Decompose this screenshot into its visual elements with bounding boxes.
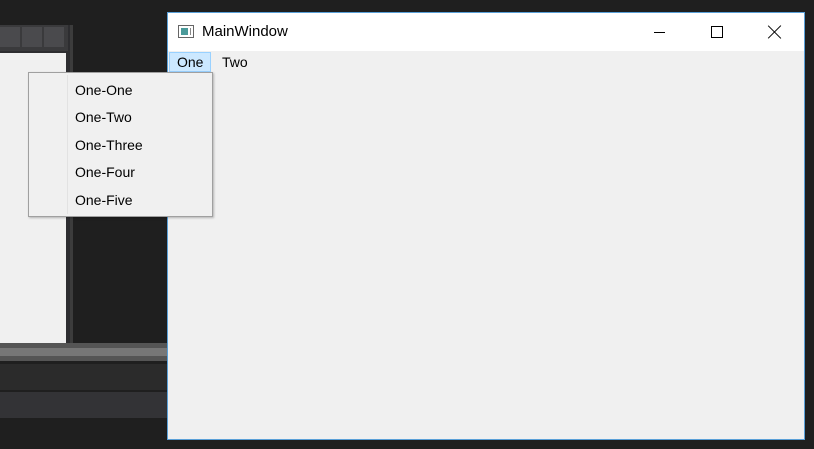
menu-item-one-five[interactable]: One-Five bbox=[75, 189, 133, 211]
background-scroll-thumb bbox=[0, 348, 168, 356]
background-row bbox=[0, 364, 168, 390]
background-tab bbox=[22, 27, 42, 47]
minimize-button[interactable] bbox=[630, 13, 688, 51]
dropdown-icon-gutter bbox=[67, 75, 68, 214]
background-scrollbar bbox=[0, 343, 168, 361]
background-tab bbox=[44, 27, 64, 47]
close-button[interactable] bbox=[746, 13, 804, 51]
menu-one-dropdown: One-One One-Two One-Three One-Four One-F… bbox=[28, 72, 213, 217]
menu-item-one-one[interactable]: One-One bbox=[75, 79, 133, 101]
minimize-icon bbox=[653, 31, 665, 33]
window-app-icon bbox=[178, 25, 194, 38]
menu-item-two[interactable]: Two bbox=[215, 52, 255, 72]
background-row bbox=[0, 420, 168, 449]
desktop: MainWindow One Two One-One One-Two One-T… bbox=[0, 0, 814, 449]
menu-item-one-four[interactable]: One-Four bbox=[75, 161, 135, 183]
window-title: MainWindow bbox=[202, 23, 288, 40]
menu-bar: One Two bbox=[168, 51, 804, 73]
title-bar[interactable]: MainWindow bbox=[168, 13, 804, 51]
background-tab bbox=[0, 27, 20, 47]
maximize-button[interactable] bbox=[688, 13, 746, 51]
menu-item-one-three[interactable]: One-Three bbox=[75, 134, 143, 156]
maximize-icon bbox=[711, 26, 723, 38]
menu-item-one[interactable]: One bbox=[169, 52, 212, 72]
background-tab-strip bbox=[0, 25, 68, 51]
main-window: MainWindow One Two bbox=[167, 12, 805, 440]
background-row bbox=[0, 392, 168, 418]
close-icon bbox=[768, 25, 782, 39]
menu-item-one-two[interactable]: One-Two bbox=[75, 106, 132, 128]
